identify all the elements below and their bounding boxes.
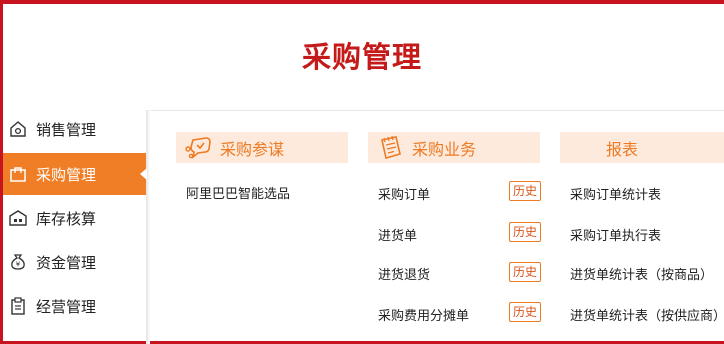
- link-receipt-stats-by-supplier[interactable]: 进货单统计表（按供应商）: [570, 305, 722, 324]
- section-header-advisor: 采购参谋: [176, 132, 348, 163]
- money-bag-icon: ¥: [9, 253, 27, 271]
- link-receipt[interactable]: 进货单: [378, 225, 417, 244]
- clipboard-icon: [9, 297, 27, 315]
- section-header-reports: 报表: [560, 132, 724, 163]
- link-purchase-return[interactable]: 进货退货: [378, 264, 430, 283]
- warehouse-icon: [9, 209, 27, 227]
- link-receipt-stats-by-product[interactable]: 进货单统计表（按商品）: [570, 264, 713, 283]
- history-button-purchase-order[interactable]: 历史: [509, 181, 541, 201]
- section-title-advisor: 采购参谋: [220, 139, 285, 159]
- svg-text:¥: ¥: [16, 261, 21, 269]
- sidebar-item-funds[interactable]: ¥ 资金管理: [3, 241, 146, 283]
- message-cursor-icon: [184, 134, 214, 162]
- purchase-bag-icon: [9, 165, 27, 183]
- notepad-icon: [376, 134, 406, 162]
- link-purchase-order-statistics[interactable]: 采购订单统计表: [570, 184, 661, 203]
- history-button-purchase-return[interactable]: 历史: [509, 262, 541, 282]
- section-title-business: 采购业务: [412, 139, 477, 159]
- link-alibaba-smart-selection[interactable]: 阿里巴巴智能选品: [186, 183, 290, 202]
- link-purchase-order[interactable]: 采购订单: [378, 184, 430, 203]
- sidebar-item-label: 经营管理: [36, 297, 97, 316]
- content-divider: [148, 110, 724, 111]
- section-title-reports: 报表: [605, 139, 638, 159]
- history-button-purchase-cost-allocation[interactable]: 历史: [509, 302, 541, 322]
- page-title: 采购管理: [301, 40, 422, 74]
- sidebar-shadow: [146, 110, 150, 344]
- sales-icon: [9, 120, 27, 138]
- sidebar-item-purchase[interactable]: 采购管理: [3, 153, 147, 195]
- sidebar: 销售管理 采购管理 库存核算 ¥ 资金管理 经营管理: [3, 108, 147, 341]
- section-header-business: 采购业务: [368, 132, 540, 163]
- sidebar-item-label: 销售管理: [36, 120, 97, 139]
- history-button-receipt[interactable]: 历史: [509, 222, 541, 242]
- sidebar-item-operations[interactable]: 经营管理: [3, 285, 146, 327]
- sidebar-item-inventory[interactable]: 库存核算: [3, 197, 146, 239]
- frame-top-border: [0, 0, 724, 4]
- sidebar-item-label: 采购管理: [36, 165, 97, 184]
- sidebar-item-label: 库存核算: [36, 209, 97, 228]
- link-purchase-order-execution[interactable]: 采购订单执行表: [570, 225, 661, 244]
- sidebar-item-label: 资金管理: [36, 253, 97, 272]
- sidebar-item-sales[interactable]: 销售管理: [3, 108, 146, 150]
- link-purchase-cost-allocation[interactable]: 采购费用分摊单: [378, 305, 469, 324]
